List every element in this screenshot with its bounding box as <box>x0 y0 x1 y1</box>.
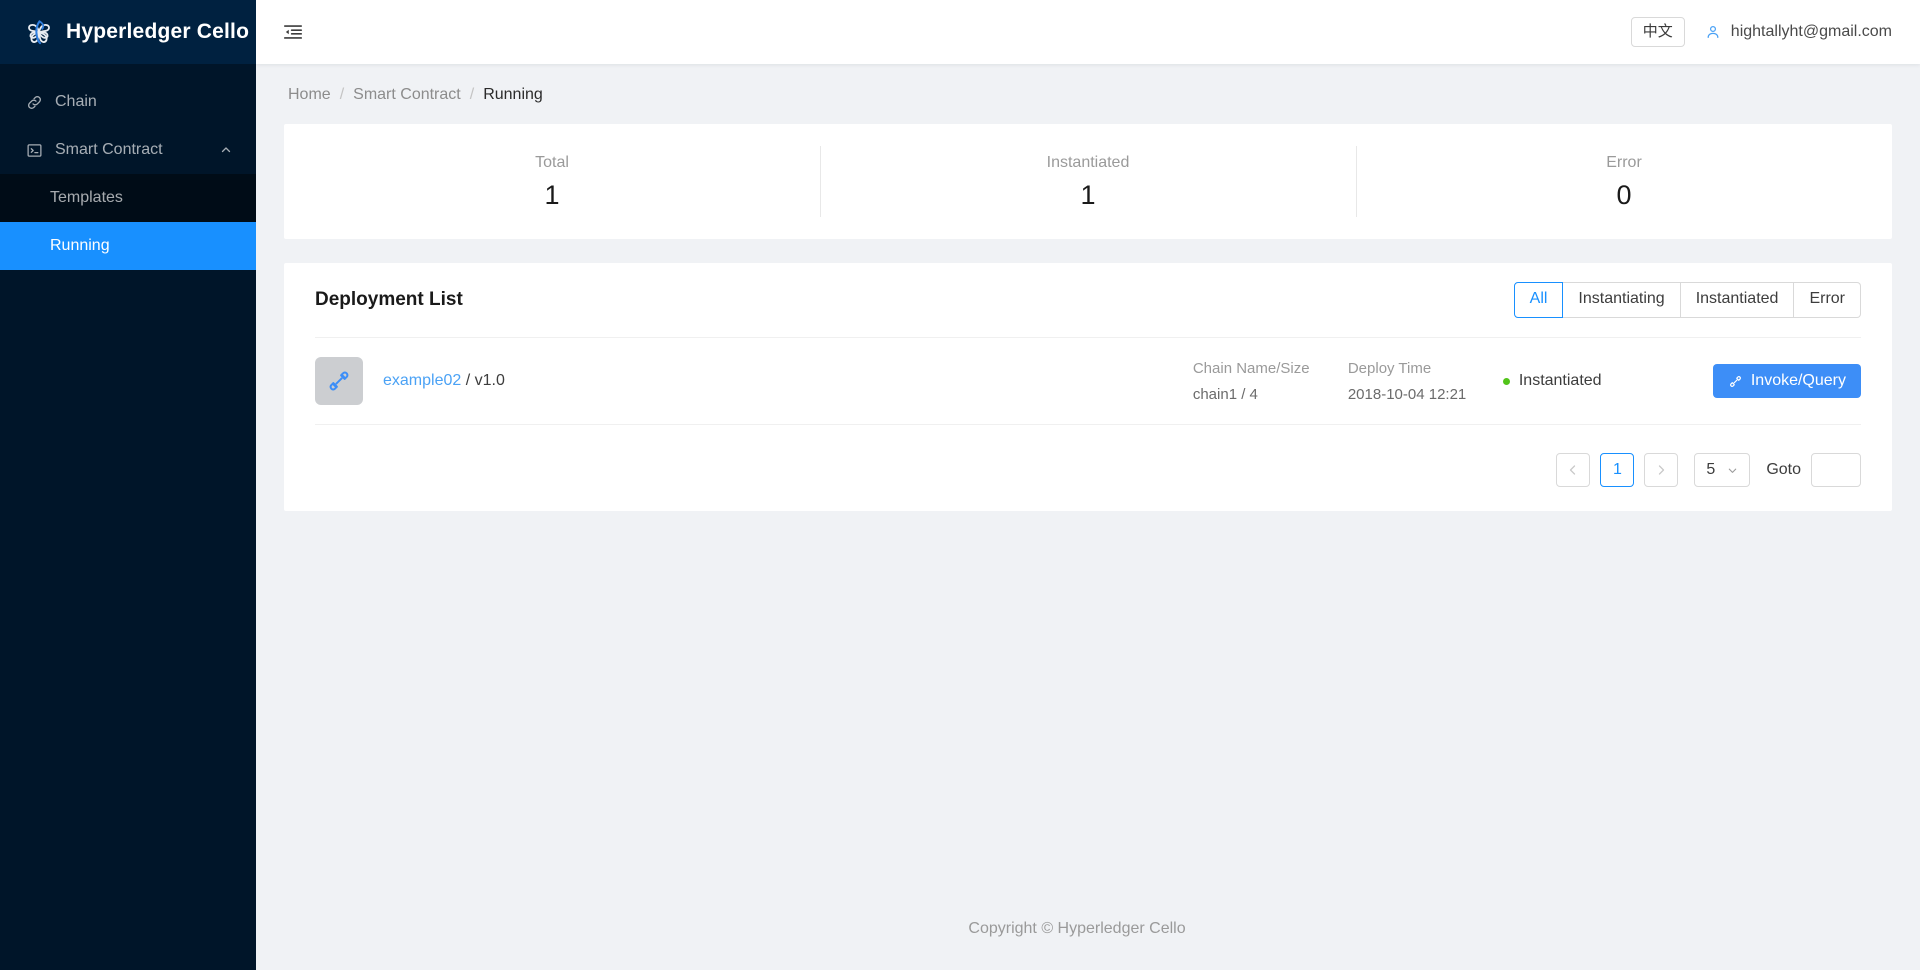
link-icon <box>28 95 41 109</box>
code-terminal-icon <box>27 143 42 157</box>
status-dot-icon <box>1502 377 1510 385</box>
stat-error-label: Error <box>1606 154 1642 171</box>
stat-error: Error 0 <box>1356 124 1892 239</box>
chain-name-size-label: Chain Name/Size <box>1192 359 1310 377</box>
sidebar-item-chain-label: Chain <box>55 93 97 110</box>
hyperledger-pinwheel-logo-icon <box>28 20 50 45</box>
sidebar-item-chain[interactable]: Chain <box>0 78 256 126</box>
breadcrumb-separator: / <box>469 86 475 103</box>
list-item[interactable]: example02 / v1.0 Chain Name/Size chain1 … <box>315 337 1861 425</box>
deploy-time-value: 2018-10-04 12:21 <box>1347 385 1467 403</box>
topbar-right: 中文 hightallyht@gmail.com <box>1630 17 1892 47</box>
topbar: 中文 hightallyht@gmail.com <box>256 0 1920 64</box>
chevron-down-icon <box>1729 468 1737 473</box>
language-toggle-button[interactable]: 中文 <box>1630 17 1685 47</box>
list-item-title: example02 / v1.0 <box>383 372 1193 390</box>
stats-card: Total 1 Instantiated 1 Error 0 <box>284 124 1892 239</box>
pagination-goto-label: Goto <box>1766 461 1801 478</box>
sidebar-submenu-smart-contract: Templates Running <box>0 174 256 270</box>
sidebar: Hyperledger Cello Chain Smart Contract T… <box>0 0 256 970</box>
contract-name-separator: / <box>465 372 471 389</box>
sidebar-item-smart-contract[interactable]: Smart Contract <box>0 126 256 174</box>
sidebar-item-running[interactable]: Running <box>0 222 256 270</box>
pagination-goto-input[interactable] <box>1811 453 1861 487</box>
chain-info: Chain Name/Size chain1 / 4 <box>1193 360 1348 403</box>
deployment-list-header: Deployment List All Instantiating Instan… <box>315 263 1861 337</box>
contract-name-link[interactable]: example02 <box>383 372 461 389</box>
filter-instantiating-button[interactable]: Instantiating <box>1563 282 1681 318</box>
page-content: Total 1 Instantiated 1 Error 0 Deploymen… <box>256 124 1920 896</box>
sidebar-item-templates[interactable]: Templates <box>0 174 256 222</box>
app-root: Hyperledger Cello Chain Smart Contract T… <box>0 0 1920 970</box>
user-email-label: hightallyht@gmail.com <box>1730 23 1892 40</box>
chevron-right-icon <box>1659 465 1665 475</box>
status-filter-group: All Instantiating Instantiated Error <box>1513 282 1861 318</box>
page-title: Deployment List <box>315 289 463 310</box>
footer: Copyright © Hyperledger Cello <box>256 896 1920 970</box>
filter-all-button[interactable]: All <box>1513 282 1564 318</box>
stat-instantiated-value: 1 <box>1080 180 1096 210</box>
breadcrumb-item-smart-contract[interactable]: Smart Contract <box>353 86 461 104</box>
pagination: 1 5 Goto <box>315 425 1861 487</box>
api-plug-icon <box>1729 375 1741 387</box>
chevron-left-icon <box>1570 465 1576 475</box>
breadcrumb: Home / Smart Contract / Running <box>256 64 1920 124</box>
deployment-list-card: Deployment List All Instantiating Instan… <box>284 263 1892 511</box>
sidebar-item-running-label: Running <box>50 237 110 254</box>
user-menu[interactable]: hightallyht@gmail.com <box>1705 23 1892 41</box>
page-size-select[interactable]: 5 <box>1694 453 1751 487</box>
invoke-query-label: Invoke/Query <box>1750 372 1846 389</box>
invoke-query-button[interactable]: Invoke/Query <box>1712 364 1861 398</box>
sidebar-logo-text: Hyperledger Cello <box>66 20 250 43</box>
breadcrumb-separator: / <box>339 86 345 103</box>
pagination-page-1[interactable]: 1 <box>1600 453 1635 487</box>
user-icon <box>1707 25 1719 38</box>
stat-instantiated-label: Instantiated <box>1046 154 1130 171</box>
stat-error-value: 0 <box>1616 180 1632 210</box>
sidebar-item-templates-label: Templates <box>50 189 123 206</box>
status-badge: Instantiated <box>1502 372 1713 390</box>
main-area: 中文 hightallyht@gmail.com Home / Smart Co… <box>256 0 1920 970</box>
filter-instantiated-button[interactable]: Instantiated <box>1680 282 1795 318</box>
chain-name-size-value: chain1 / 4 <box>1192 385 1258 403</box>
breadcrumb-item-home[interactable]: Home <box>288 86 331 104</box>
contract-version: v1.0 <box>474 372 505 389</box>
footer-copyright: Copyright © Hyperledger Cello <box>968 920 1186 937</box>
status-label: Instantiated <box>1518 372 1602 389</box>
sidebar-menu: Chain Smart Contract Templates Running <box>0 64 256 270</box>
breadcrumb-item-running: Running <box>483 86 543 103</box>
deploy-time-info: Deploy Time 2018-10-04 12:21 <box>1348 360 1503 403</box>
api-plug-icon <box>329 371 349 391</box>
deploy-time-label: Deploy Time <box>1347 359 1432 377</box>
page-size-value: 5 <box>1706 461 1716 478</box>
pagination-prev-button[interactable] <box>1556 453 1591 487</box>
pagination-next-button[interactable] <box>1644 453 1679 487</box>
sidebar-logo[interactable]: Hyperledger Cello <box>0 0 256 64</box>
stat-instantiated: Instantiated 1 <box>820 124 1356 239</box>
menu-fold-icon[interactable] <box>282 21 304 43</box>
stat-total-label: Total <box>535 154 569 171</box>
filter-error-button[interactable]: Error <box>1794 282 1861 318</box>
avatar <box>315 357 363 405</box>
chevron-up-icon[interactable] <box>220 144 232 156</box>
stat-total-value: 1 <box>544 180 560 210</box>
sidebar-item-smart-contract-label: Smart Contract <box>55 141 163 158</box>
stat-total: Total 1 <box>284 124 820 239</box>
